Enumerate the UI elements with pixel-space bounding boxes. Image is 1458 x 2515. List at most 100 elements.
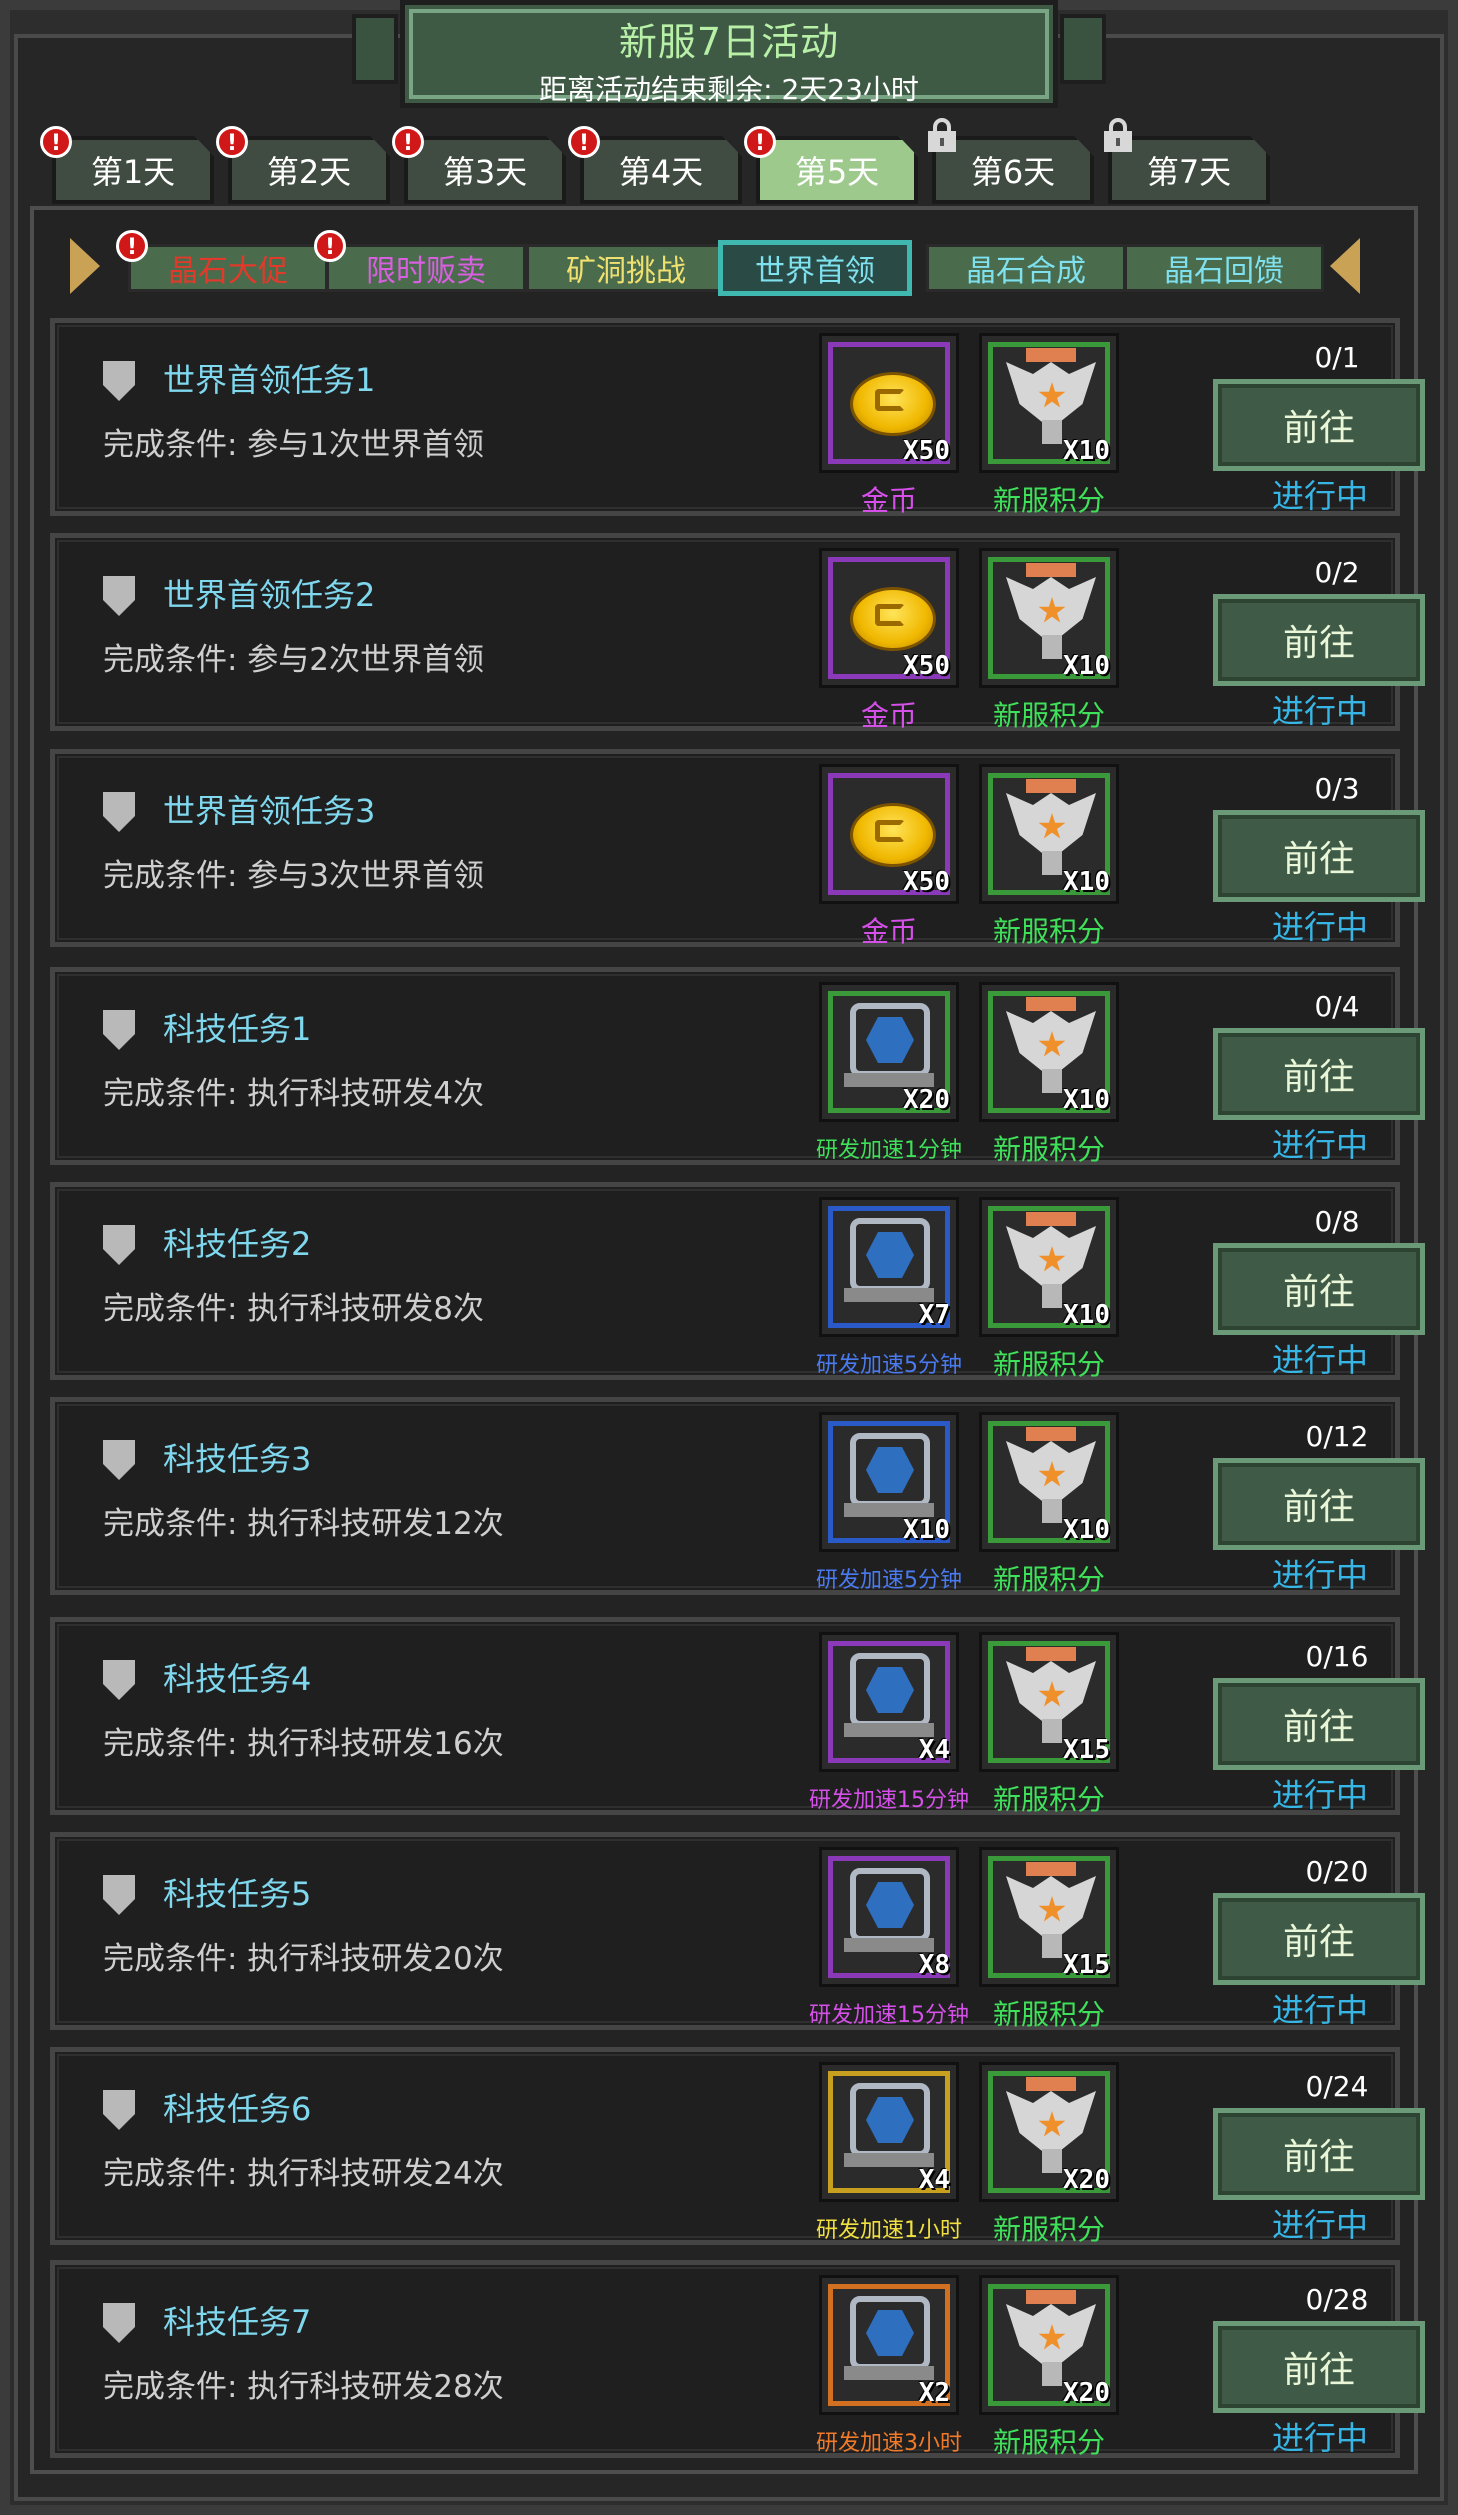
- new-server-points-icon: [1006, 779, 1096, 875]
- task-title: 科技任务6: [163, 2090, 312, 2128]
- reward-quantity: X15: [1063, 1950, 1110, 1980]
- go-to-button[interactable]: 前往: [1213, 2108, 1425, 2200]
- reward-item-slot[interactable]: X4: [819, 2062, 959, 2202]
- reward-quantity: X50: [903, 867, 950, 897]
- category-tab[interactable]: 限时贩卖: [326, 244, 526, 292]
- shield-icon: [103, 2303, 135, 2343]
- tab-day-6[interactable]: 第6天: [932, 136, 1094, 204]
- new-server-points-icon: [1006, 563, 1096, 659]
- reward-name: 金币: [860, 699, 917, 732]
- reward-item-slot[interactable]: X20: [979, 2275, 1119, 2415]
- research-speedup-icon: [844, 1218, 938, 1306]
- reward-quantity: X10: [1063, 867, 1110, 897]
- alert-badge-icon: !: [216, 126, 248, 158]
- task-status: 进行中: [1271, 2206, 1368, 2244]
- reward-item-slot[interactable]: X20: [979, 2062, 1119, 2202]
- new-server-points-icon: [1006, 1862, 1096, 1958]
- go-to-button[interactable]: 前往: [1213, 810, 1425, 902]
- reward-quantity: X4: [918, 1735, 950, 1765]
- task-condition: 完成条件: 执行科技研发4次: [103, 1076, 485, 1112]
- category-scroll-right-arrow-icon[interactable]: [1330, 238, 1360, 294]
- shield-icon: [103, 1440, 135, 1480]
- day-tab-label: 第2天: [266, 153, 352, 191]
- category-scroll-left-arrow-icon[interactable]: [70, 238, 100, 294]
- task-status: 进行中: [1271, 1776, 1368, 1814]
- reward-item-slot[interactable]: X10: [979, 982, 1119, 1122]
- tab-day-3[interactable]: 第3天: [404, 136, 566, 204]
- reward-item-slot[interactable]: X15: [979, 1847, 1119, 1987]
- go-to-button[interactable]: 前往: [1213, 1678, 1425, 1770]
- shield-icon: [103, 361, 135, 401]
- tab-day-1[interactable]: 第1天: [52, 136, 214, 204]
- reward-name: 新服积分: [992, 699, 1105, 732]
- reward-item-slot[interactable]: X10: [979, 764, 1119, 904]
- category-tab-label: 晶石合成: [966, 254, 1086, 289]
- reward-item-slot[interactable]: X15: [979, 1632, 1119, 1772]
- reward-item-slot[interactable]: X50: [819, 548, 959, 688]
- go-to-button[interactable]: 前往: [1213, 2321, 1425, 2413]
- go-to-button[interactable]: 前往: [1213, 379, 1425, 471]
- reward-quantity: X10: [903, 1515, 950, 1545]
- task-status: 进行中: [1271, 908, 1368, 946]
- task-condition: 完成条件: 执行科技研发28次: [103, 2369, 504, 2405]
- reward-item-slot[interactable]: X2: [819, 2275, 959, 2415]
- go-to-button[interactable]: 前往: [1213, 1893, 1425, 1985]
- task-title: 科技任务3: [163, 1440, 312, 1478]
- reward-item-slot[interactable]: X10: [979, 333, 1119, 473]
- research-speedup-icon: [844, 1003, 938, 1091]
- task-title: 科技任务5: [163, 1875, 312, 1913]
- banner-right-wing: [1060, 14, 1106, 84]
- reward-item-slot[interactable]: X10: [979, 548, 1119, 688]
- task-title: 科技任务7: [163, 2303, 312, 2341]
- reward-item-slot[interactable]: X50: [819, 333, 959, 473]
- reward-item-slot[interactable]: X10: [819, 1412, 959, 1552]
- task-row: 世界首领任务1 完成条件: 参与1次世界首领 X50 金币 X10 新服积分 0/1 前往…: [50, 318, 1425, 517]
- category-tab-label: 世界首领: [755, 254, 875, 289]
- page-title: 新服7日活动: [618, 20, 840, 64]
- go-to-button[interactable]: 前往: [1213, 1028, 1425, 1120]
- title-banner: 新服7日活动 距离活动结束剩余: 2天23小时: [400, 0, 1058, 108]
- task-condition: 完成条件: 参与3次世界首领: [103, 858, 485, 894]
- reward-quantity: X20: [1063, 2378, 1110, 2408]
- reward-item-slot[interactable]: X7: [819, 1197, 959, 1337]
- reward-item-slot[interactable]: X50: [819, 764, 959, 904]
- reward-quantity: X4: [918, 2165, 950, 2195]
- task-condition: 完成条件: 执行科技研发8次: [103, 1291, 485, 1327]
- reward-item-slot[interactable]: X8: [819, 1847, 959, 1987]
- research-speedup-icon: [844, 2296, 938, 2384]
- task-status: 进行中: [1271, 1341, 1368, 1379]
- tab-day-7[interactable]: 第7天: [1108, 136, 1270, 204]
- category-tab[interactable]: 世界首领: [718, 240, 912, 296]
- reward-quantity: X10: [1063, 1515, 1110, 1545]
- reward-name: 新服积分: [992, 2213, 1105, 2246]
- task-title: 科技任务4: [163, 1660, 312, 1698]
- new-server-points-icon: [1006, 348, 1096, 444]
- category-tab[interactable]: 晶石合成: [926, 244, 1126, 292]
- go-to-button[interactable]: 前往: [1213, 1458, 1425, 1550]
- reward-item-slot[interactable]: X10: [979, 1197, 1119, 1337]
- reward-item-slot[interactable]: X4: [819, 1632, 959, 1772]
- category-tab[interactable]: 晶石大促: [128, 244, 328, 292]
- category-tab[interactable]: 晶石回馈: [1124, 244, 1324, 292]
- task-title: 世界首领任务3: [163, 792, 376, 830]
- tab-day-2[interactable]: 第2天: [228, 136, 390, 204]
- shield-icon: [103, 792, 135, 832]
- reward-name: 新服积分: [992, 1563, 1105, 1596]
- category-tab[interactable]: 矿洞挑战: [526, 244, 726, 292]
- shield-icon: [103, 576, 135, 616]
- go-to-button[interactable]: 前往: [1213, 594, 1425, 686]
- reward-name: 新服积分: [992, 484, 1105, 517]
- go-to-button[interactable]: 前往: [1213, 1243, 1425, 1335]
- tab-day-5[interactable]: 第5天: [756, 136, 918, 204]
- tab-day-4[interactable]: 第4天: [580, 136, 742, 204]
- gold-coin-icon: [850, 803, 936, 867]
- task-title: 科技任务2: [163, 1225, 312, 1263]
- reward-item-slot[interactable]: X20: [819, 982, 959, 1122]
- alert-badge-icon: !: [568, 126, 600, 158]
- task-progress: 0/3: [1314, 772, 1360, 805]
- reward-quantity: X50: [903, 436, 950, 466]
- new-server-points-icon: [1006, 1212, 1096, 1308]
- task-condition: 完成条件: 执行科技研发24次: [103, 2156, 504, 2192]
- reward-item-slot[interactable]: X10: [979, 1412, 1119, 1552]
- reward-name: 新服积分: [992, 1133, 1105, 1166]
